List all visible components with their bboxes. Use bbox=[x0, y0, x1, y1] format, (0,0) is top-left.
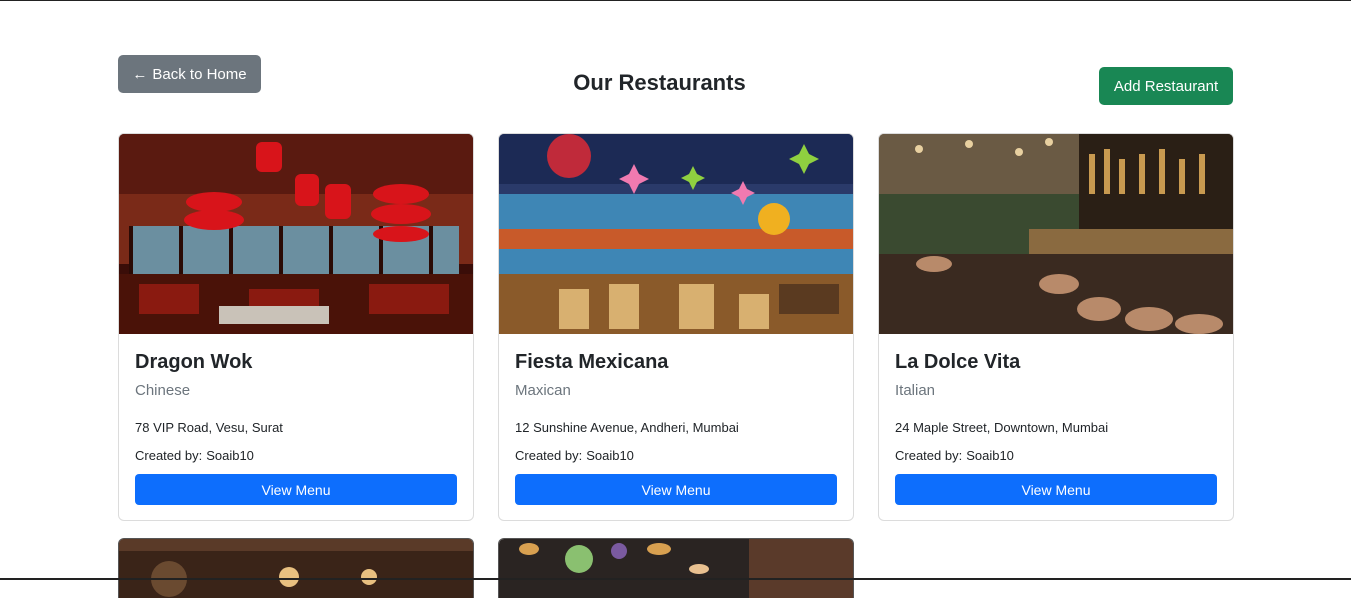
restaurant-cuisine: Italian bbox=[895, 382, 936, 399]
restaurant-created-by: Created by: Soaib10 bbox=[515, 448, 634, 463]
restaurant-name: La Dolce Vita bbox=[895, 351, 1021, 373]
restaurant-name: Fiesta Mexicana bbox=[515, 351, 669, 373]
restaurant-name: Dragon Wok bbox=[135, 351, 253, 373]
add-restaurant-button[interactable]: Add Restaurant bbox=[1099, 67, 1233, 105]
restaurant-card: Fiesta Mexicana Maxican 12 Sunshine Aven… bbox=[498, 133, 854, 521]
restaurant-image bbox=[119, 134, 473, 334]
created-by-user: Soaib10 bbox=[586, 448, 634, 463]
created-by-label: Created by: bbox=[135, 448, 203, 463]
restaurant-image bbox=[879, 134, 1233, 334]
restaurant-cuisine: Chinese bbox=[135, 382, 191, 399]
restaurant-card: La Dolce Vita Italian 24 Maple Street, D… bbox=[878, 133, 1234, 521]
view-menu-button[interactable]: View Menu bbox=[895, 474, 1217, 505]
restaurant-card-partial bbox=[498, 538, 854, 598]
restaurant-address: 78 VIP Road, Vesu, Surat bbox=[135, 420, 283, 435]
created-by-label: Created by: bbox=[895, 448, 963, 463]
restaurant-card: Dragon Wok Chinese 78 VIP Road, Vesu, Su… bbox=[118, 133, 474, 521]
view-menu-button[interactable]: View Menu bbox=[135, 474, 457, 505]
restaurant-cuisine: Maxican bbox=[515, 382, 571, 399]
created-by-user: Soaib10 bbox=[966, 448, 1014, 463]
restaurant-created-by: Created by: Soaib10 bbox=[895, 448, 1014, 463]
view-menu-button[interactable]: View Menu bbox=[515, 474, 837, 505]
restaurant-image bbox=[499, 539, 853, 598]
restaurant-image bbox=[499, 134, 853, 334]
restaurant-created-by: Created by: Soaib10 bbox=[135, 448, 254, 463]
created-by-user: Soaib10 bbox=[206, 448, 254, 463]
restaurant-image bbox=[119, 539, 473, 598]
created-by-label: Created by: bbox=[515, 448, 583, 463]
restaurant-address: 24 Maple Street, Downtown, Mumbai bbox=[895, 420, 1109, 435]
top-border bbox=[0, 0, 1351, 1]
restaurant-card-partial bbox=[118, 538, 474, 598]
restaurant-address: 12 Sunshine Avenue, Andheri, Mumbai bbox=[515, 420, 739, 435]
